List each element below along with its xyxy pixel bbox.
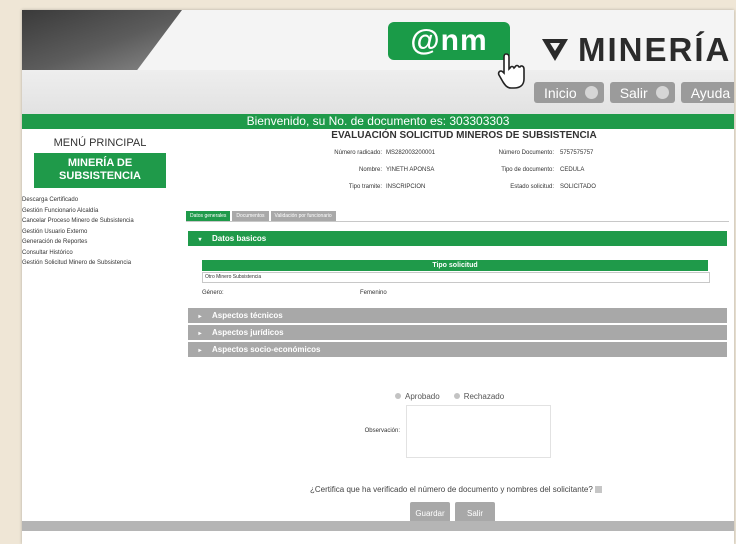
numero-documento-label: Número Documento: (498, 150, 554, 156)
tipo-documento-value: CEDULA (560, 167, 585, 173)
tab-documentos[interactable]: Documentos (232, 211, 269, 221)
section-aspectos-tecnicos[interactable]: ▸ Aspectos técnicos (188, 308, 727, 323)
estado-solicitud-value: SOLICITADO (560, 184, 596, 190)
tipo-tramite-label: Tipo tramite: (348, 184, 382, 190)
aprobado-label: Aprobado (405, 391, 440, 401)
section-aspectos-tecnicos-label: Aspectos técnicos (212, 311, 283, 320)
welcome-bar: Bienvenido, su No. de documento es: 3033… (22, 114, 734, 129)
tipo-solicitud-value: Otro Minero Subsistencia (202, 272, 710, 283)
tab-divider (186, 221, 729, 222)
section-aspectos-juridicos-label: Aspectos jurídicos (212, 328, 284, 337)
header-banner-image (22, 10, 182, 70)
nav-salir-label: Salir (619, 84, 648, 101)
tab-datos-generales[interactable]: Datos generales (186, 211, 231, 221)
menu-item-gestion-solicitud[interactable]: Gestión Solicitud Minero de Subsistencia (22, 258, 182, 269)
menu-item-descarga-certificado[interactable]: Descarga Certificado (22, 195, 182, 206)
mineria-brand: MINERÍA (540, 30, 731, 70)
menu-item-gestion-usuario[interactable]: Gestión Usuario Externo (22, 227, 182, 238)
rechazado-label: Rechazado (463, 391, 505, 401)
rechazado-radio[interactable] (453, 393, 460, 399)
anm-logo[interactable]: @nm (388, 22, 510, 60)
page: @nm MINERÍA Inicio Salir Ayuda Bienvenid… (22, 10, 734, 544)
estado-solicitud-label: Estado solicitud: (510, 184, 554, 190)
chevron-right-icon: ▸ (198, 331, 202, 337)
home-icon (584, 86, 598, 99)
nav-ayuda-label: Ayuda (690, 84, 731, 101)
nav-ayuda-button[interactable]: Ayuda (680, 82, 734, 103)
nombre-value: YINETH APONSA (386, 167, 435, 173)
chevron-right-icon: ▸ (198, 314, 202, 320)
tab-validacion-funcionario[interactable]: Validación por funcionario (270, 211, 336, 221)
chevron-down-icon: ▾ (198, 237, 202, 243)
certifica-label: ¿Certifica que ha verificado el número d… (310, 485, 593, 494)
nav-inicio-label: Inicio (544, 84, 577, 101)
numero-documento-value: 5757575757 (560, 150, 594, 156)
certifica-checkbox[interactable] (594, 486, 602, 493)
section-aspectos-socioeconomicos[interactable]: ▸ Aspectos socio-económicos (188, 342, 727, 357)
nav-salir-button[interactable]: Salir (609, 82, 675, 103)
header: @nm MINERÍA Inicio Salir Ayuda (22, 10, 734, 114)
menu-item-gestion-funcionario[interactable]: Gestión Funcionario Alcaldía (22, 206, 182, 217)
tipo-solicitud-header: Tipo solicitud (202, 260, 708, 271)
menu-item-generacion-reportes[interactable]: Generación de Reportes (22, 237, 182, 248)
observacion-label: Observación: (364, 428, 400, 434)
numero-radicado-value: MS282003200001 (386, 150, 436, 156)
aprobado-radio[interactable] (395, 393, 401, 399)
section-aspectos-juridicos[interactable]: ▸ Aspectos jurídicos (188, 325, 727, 340)
nombre-label: Nombre: (358, 167, 382, 173)
numero-radicado-label: Número radicado: (334, 150, 382, 156)
tipo-documento-label: Tipo de documento: (501, 167, 554, 173)
hand-cursor-icon (497, 53, 525, 89)
top-nav: Inicio Salir Ayuda (534, 82, 734, 103)
welcome-text: Bienvenido, su No. de documento es: 3033… (246, 114, 510, 128)
nav-inicio-button[interactable]: Inicio (534, 82, 604, 103)
section-datos-basicos-label: Datos basicos (212, 234, 267, 243)
section-datos-basicos[interactable]: ▾ Datos basicos (188, 231, 727, 246)
certifica-row: ¿Certifica que ha verificado el número d… (310, 485, 602, 494)
mineria-brand-text: MINERÍA (578, 31, 732, 68)
menu-item-consultar-historico[interactable]: Consultar Histórico (22, 248, 182, 259)
footer-bar (22, 521, 734, 531)
anm-logo-text: @nm (410, 24, 488, 57)
menu-list: Descarga Certificado Gestión Funcionario… (22, 195, 182, 269)
tipo-tramite-value: INSCRIPCION (386, 184, 426, 190)
page-title: EVALUACIÓN SOLICITUD MINEROS DE SUBSISTE… (331, 130, 597, 141)
menu-title: MENÚ PRINCIPAL (53, 137, 147, 149)
chevron-right-icon: ▸ (198, 348, 202, 354)
approval-radio-group: Aprobado Rechazado (395, 390, 504, 402)
genero-value: Femenino (360, 290, 387, 296)
exit-icon (655, 86, 669, 99)
genero-label: Género: (202, 290, 224, 296)
tab-bar: Datos generales Documentos Validación po… (186, 211, 336, 221)
section-aspectos-socioeconomicos-label: Aspectos socio-económicos (212, 345, 321, 354)
menu-item-cancelar-proceso[interactable]: Cancelar Proceso Minero de Subsistencia (22, 216, 182, 227)
menu-section-mineria[interactable]: MINERÍA DE SUBSISTENCIA (34, 153, 166, 188)
mineria-triangle-icon (542, 39, 568, 61)
observacion-textarea[interactable] (406, 405, 551, 458)
